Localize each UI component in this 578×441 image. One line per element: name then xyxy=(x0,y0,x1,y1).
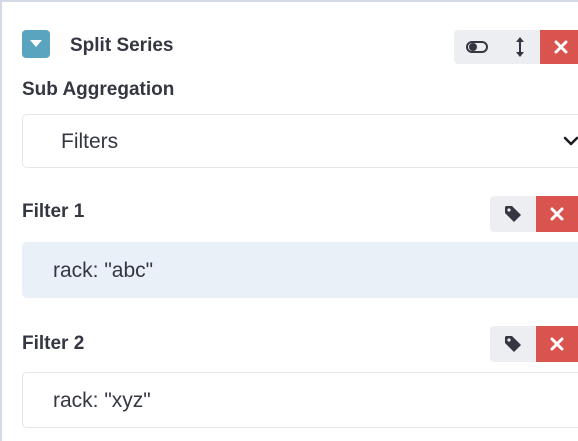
filter-2-query: rack: "xyz" xyxy=(53,389,151,412)
close-icon xyxy=(550,337,564,351)
filter-1-remove-button[interactable] xyxy=(536,196,578,232)
filter-1-query-input[interactable]: rack: "abc" xyxy=(22,242,578,298)
filter-1-query: rack: "abc" xyxy=(53,259,154,282)
close-icon xyxy=(554,40,568,54)
series-header: Split Series xyxy=(22,30,578,66)
toggle-icon xyxy=(466,41,488,53)
close-icon xyxy=(550,207,564,221)
filter-1-actions xyxy=(490,196,578,232)
collapse-toggle-button[interactable] xyxy=(22,30,50,58)
series-actions xyxy=(454,30,578,64)
sub-aggregation-selected: Filters xyxy=(61,130,119,153)
filter-2-label: Filter 2 xyxy=(22,333,85,354)
filter-2-query-input[interactable]: rack: "xyz" xyxy=(22,372,578,428)
filter-1-label-button[interactable] xyxy=(490,196,536,232)
chevron-down-icon xyxy=(563,136,578,146)
series-title: Split Series xyxy=(70,35,174,56)
filter-2-label-button[interactable] xyxy=(490,326,536,362)
filter-1-label: Filter 1 xyxy=(22,201,85,222)
disable-toggle-button[interactable] xyxy=(454,30,500,64)
tag-icon xyxy=(505,336,521,352)
filter-2-actions xyxy=(490,326,578,362)
drag-handle-button[interactable] xyxy=(500,30,540,64)
remove-series-button[interactable] xyxy=(540,30,578,64)
chevron-down-icon xyxy=(30,40,42,47)
sub-aggregation-label: Sub Aggregation xyxy=(22,79,175,100)
filter-2-remove-button[interactable] xyxy=(536,326,578,362)
sub-aggregation-select[interactable]: Filters xyxy=(22,114,578,168)
drag-vertical-icon xyxy=(516,37,524,57)
split-series-panel: Split Series Sub Aggregation Filters Fil… xyxy=(0,0,578,441)
tag-icon xyxy=(505,206,521,222)
